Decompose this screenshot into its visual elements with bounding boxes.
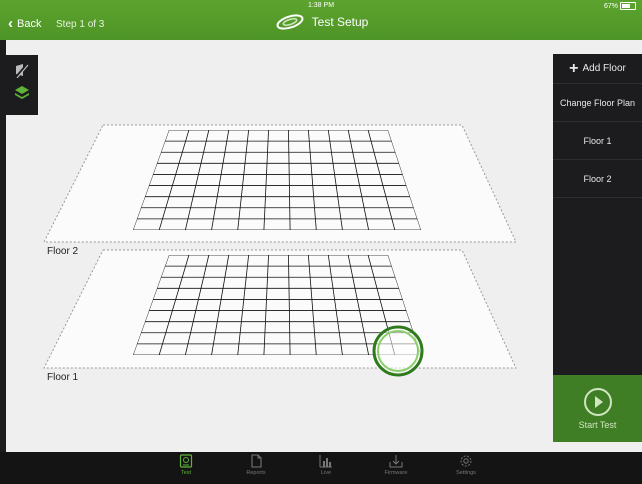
test-icon — [179, 454, 193, 468]
floor-1-label: Floor 1 — [47, 372, 79, 383]
hide-view-icon — [15, 63, 29, 78]
battery-icon — [620, 2, 636, 10]
firmware-icon — [389, 455, 403, 468]
device-marker[interactable] — [372, 325, 424, 377]
tab-bar: Test Reports Live Firmware Settings — [0, 452, 642, 484]
start-test-label: Start Test — [578, 419, 617, 430]
floor-1-plate[interactable] — [43, 249, 517, 369]
tab-reports-label: Reports — [246, 470, 266, 476]
settings-icon — [460, 455, 472, 467]
change-floor-plan-button[interactable]: Change Floor Plan — [553, 84, 642, 122]
live-icon — [319, 455, 332, 468]
tab-firmware-label: Firmware — [384, 470, 408, 476]
add-floor-label: Add Floor — [582, 63, 626, 74]
floor-2-label: Floor 2 — [47, 246, 79, 257]
tab-test-label: Test — [180, 470, 192, 476]
view-tools-panel — [6, 55, 38, 115]
floor-2-plate[interactable] — [43, 124, 517, 243]
start-test-button[interactable]: Start Test — [553, 375, 642, 442]
tab-reports[interactable]: Reports — [234, 454, 278, 476]
tab-live[interactable]: Live — [304, 454, 348, 476]
hide-view-tool[interactable] — [12, 60, 32, 80]
title-group: Test Setup — [0, 14, 642, 30]
tab-settings-label: Settings — [456, 470, 476, 476]
floor-canvas[interactable] — [6, 40, 642, 452]
layers-icon — [15, 86, 29, 99]
tab-firmware[interactable]: Firmware — [374, 454, 418, 476]
layers-tool[interactable] — [12, 82, 32, 102]
play-icon — [583, 387, 612, 416]
tab-settings[interactable]: Settings — [444, 454, 488, 476]
tab-test[interactable]: Test — [164, 454, 208, 476]
page-title: Test Setup — [311, 15, 369, 29]
battery-status: 67% — [604, 2, 636, 10]
battery-percent: 67% — [603, 2, 618, 10]
reports-icon — [251, 454, 262, 468]
app-logo-icon — [276, 14, 304, 30]
sidebar-item-floor-2[interactable]: Floor 2 — [553, 160, 642, 198]
header-bar: 1:38 PM 67% ‹ Back Step 1 of 3 Test Setu… — [0, 0, 642, 40]
sidebar-item-floor-1[interactable]: Floor 1 — [553, 122, 642, 160]
tab-live-label: Live — [320, 470, 332, 476]
add-floor-button[interactable]: + Add Floor — [553, 54, 642, 84]
plus-icon: + — [569, 59, 579, 77]
status-time: 1:38 PM — [307, 2, 335, 9]
